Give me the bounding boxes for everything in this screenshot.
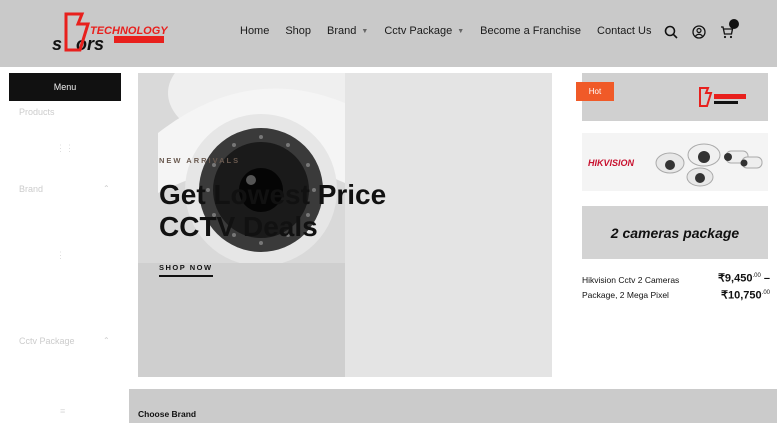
nav-brand[interactable]: Brand ▼ (327, 25, 368, 37)
store-logo[interactable]: TECHNOLOGY s ors (52, 10, 168, 56)
choose-brand-section (129, 389, 777, 423)
store-logo-small (699, 87, 746, 107)
nav-contact-us[interactable]: Contact Us (597, 25, 651, 37)
sidebar-category-brand[interactable]: Brand (19, 184, 43, 194)
main-nav: Home Shop Brand ▼ Cctv Package ▼ Become a … (240, 25, 667, 37)
site-header: TECHNOLOGY s ors Home Shop Brand ▼ Cctv P… (0, 0, 777, 67)
chevron-down-icon: ▼ (457, 27, 465, 35)
chevron-up-icon[interactable]: ⌃ (103, 336, 110, 345)
product-name-link[interactable]: Hikvision Cctv 2 Cameras Package, 2 Mega… (582, 273, 692, 303)
chevron-up-icon[interactable]: ⌃ (103, 184, 110, 193)
search-icon[interactable] (664, 25, 678, 39)
nav-cctv-package[interactable]: Cctv Package ▼ (384, 25, 464, 37)
svg-text:HIKVISION: HIKVISION (588, 158, 635, 168)
package-list-icon: ≡ (60, 406, 66, 416)
nav-shop[interactable]: Shop (285, 25, 311, 37)
product-price: ₹9,450.00 – ₹10,750.00 (717, 272, 770, 302)
category-icon: ⋮⋮ (56, 143, 74, 153)
sidebar-category-products[interactable]: Products (19, 107, 55, 117)
shop-now-link[interactable]: SHOP NOW (159, 263, 213, 277)
hikvision-cameras-image[interactable]: HIKVISION (582, 133, 768, 191)
cart-count-badge (729, 19, 739, 29)
sidebar-category-cctv-package[interactable]: Cctv Package (19, 336, 75, 346)
cart-button[interactable] (720, 19, 739, 39)
nav-home[interactable]: Home (240, 25, 269, 37)
header-actions (664, 19, 739, 39)
user-icon[interactable] (692, 25, 706, 39)
hot-badge: Hot (576, 82, 614, 101)
choose-brand-title: Choose Brand (138, 409, 197, 419)
hero-title: Get Lowest Price CCTV Deals (159, 179, 387, 242)
svg-text:s: s (52, 34, 62, 54)
menu-button[interactable]: Menu (9, 73, 121, 101)
hero-banner[interactable]: NEW ARRIVALS Get Lowest Price CCTV Deals… (138, 73, 552, 377)
brand-list-icon: ⋮ (56, 250, 65, 260)
cameras-package-banner[interactable]: 2 cameras package (582, 206, 768, 259)
nav-become-franchise[interactable]: Become a Franchise (480, 25, 581, 37)
chevron-down-icon: ▼ (361, 27, 369, 35)
hero-kicker: NEW ARRIVALS (159, 156, 241, 165)
